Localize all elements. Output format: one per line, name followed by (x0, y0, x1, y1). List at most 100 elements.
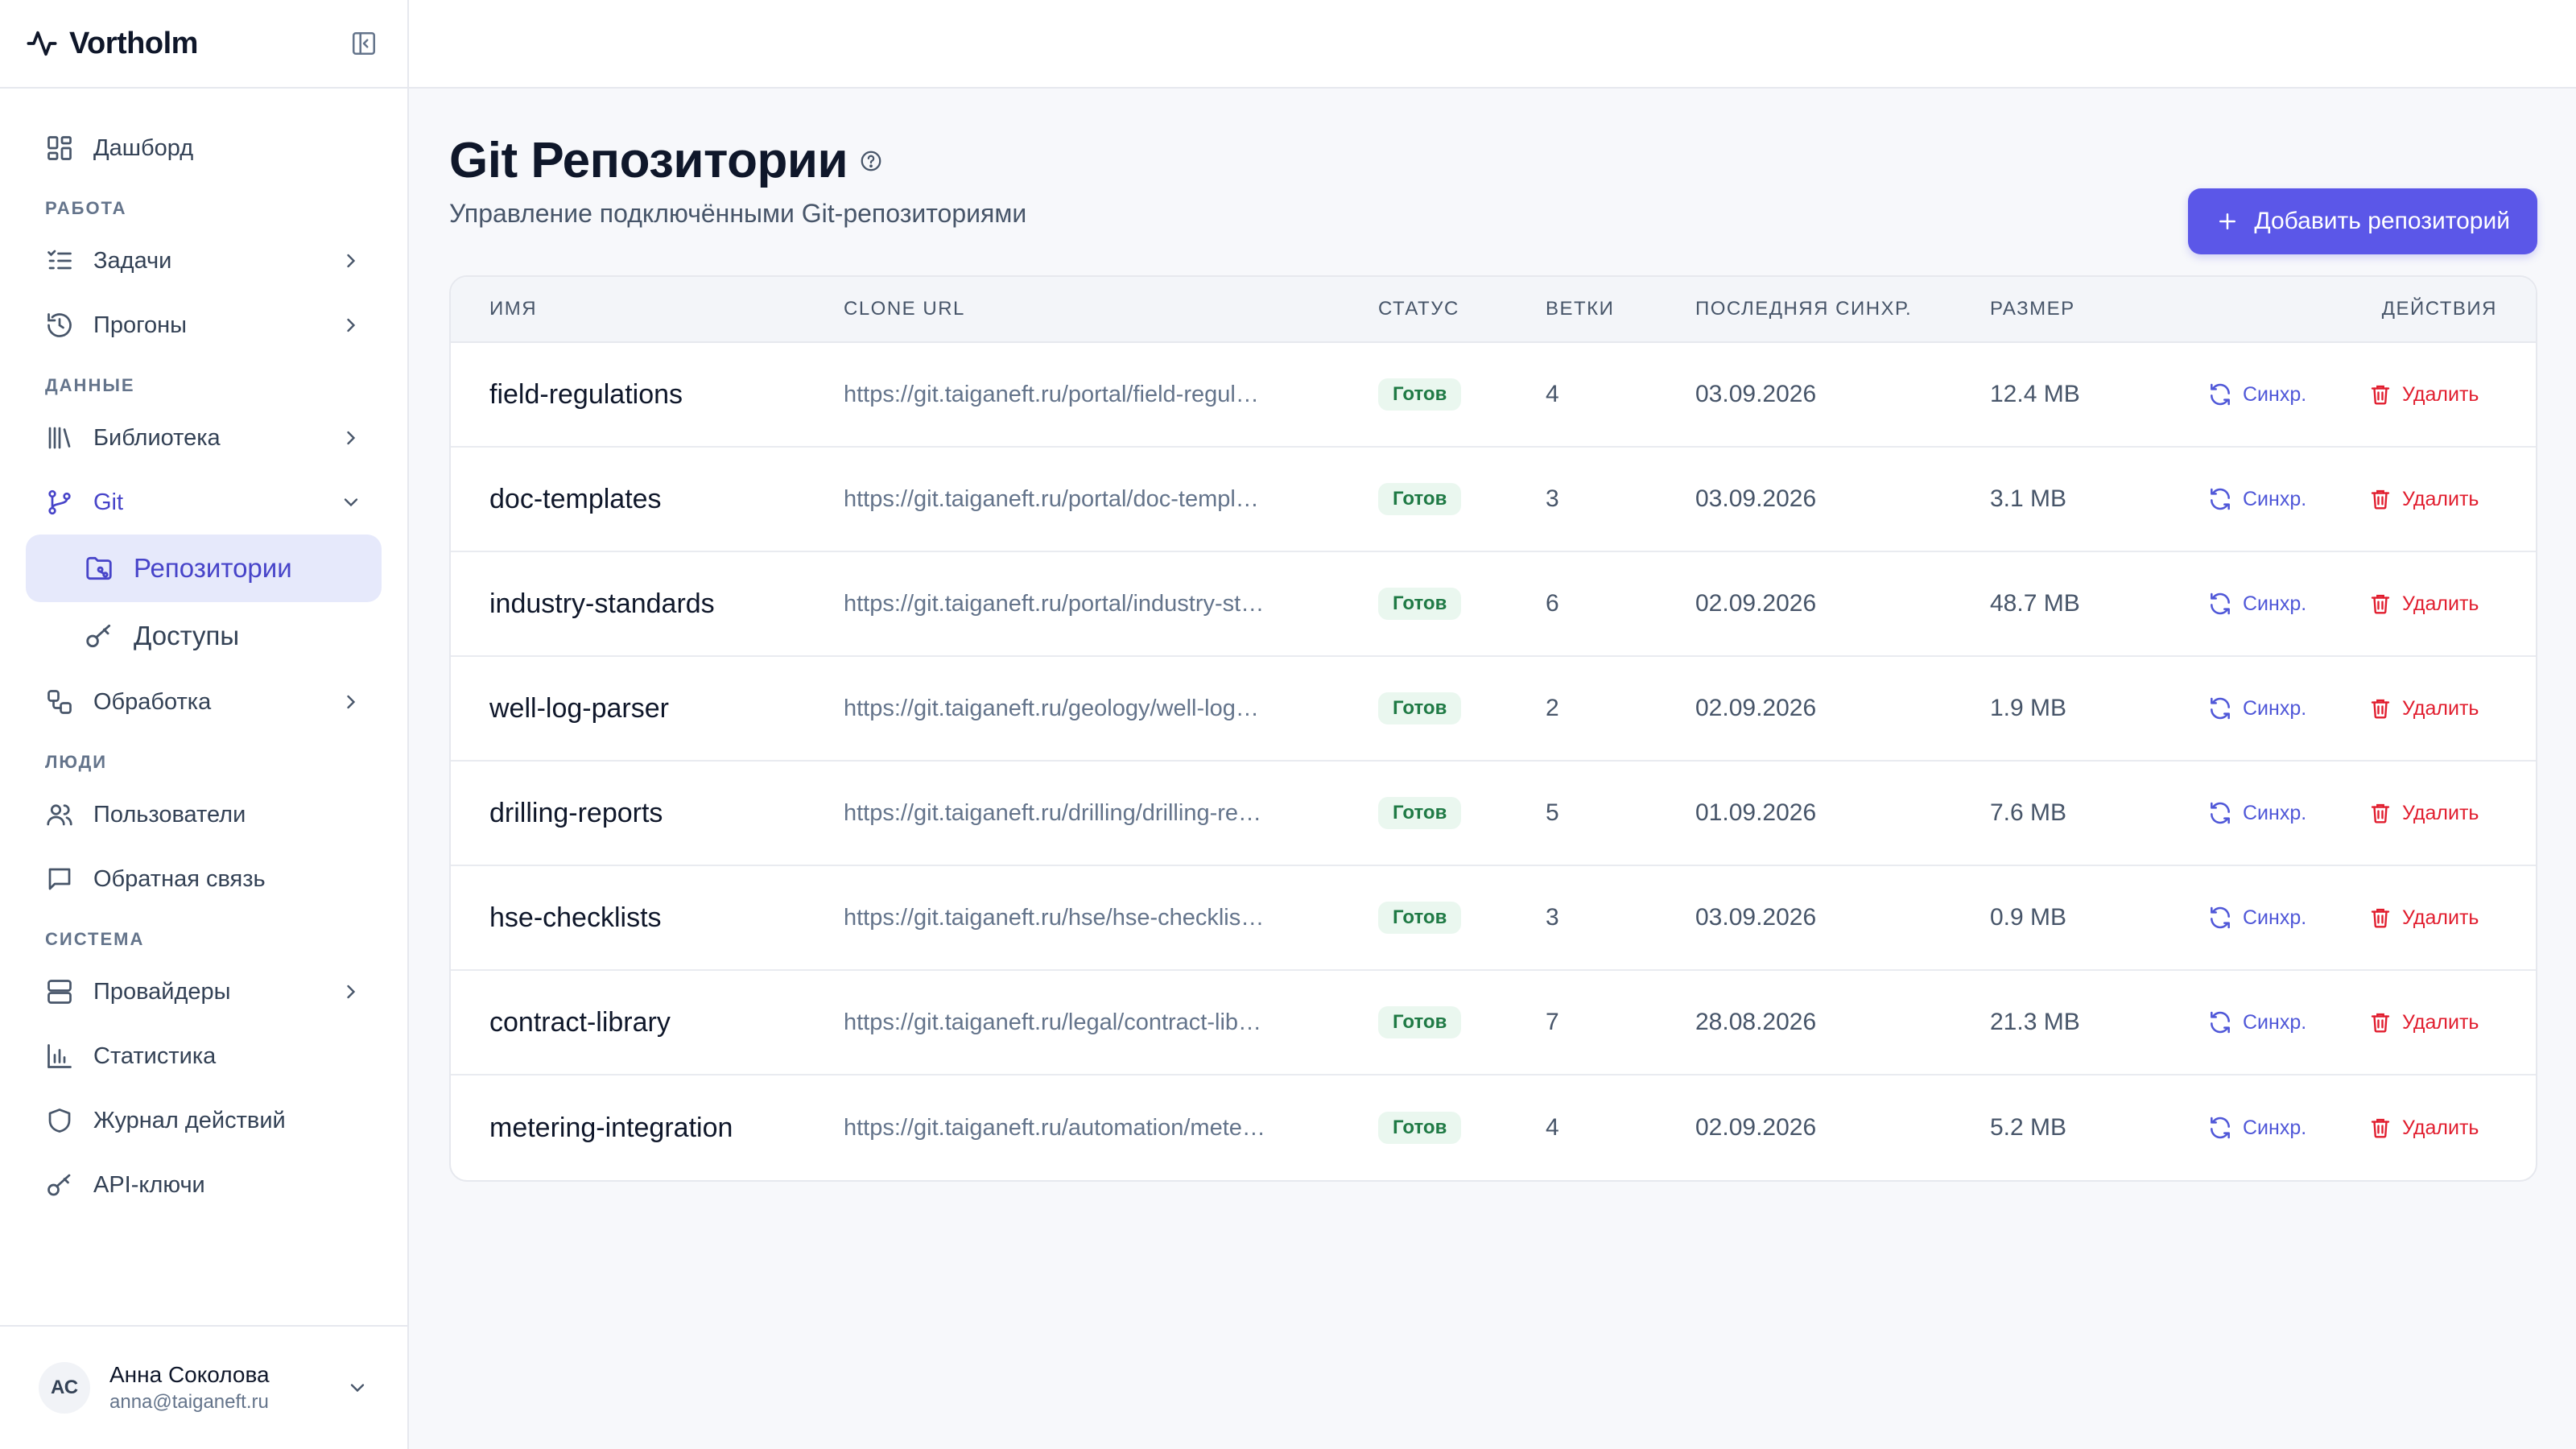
repo-name[interactable]: industry-standards (451, 588, 844, 620)
sidebar-collapse-button[interactable] (346, 26, 382, 61)
server-icon (47, 980, 72, 1004)
delete-button[interactable]: Удалить (2368, 382, 2497, 407)
sync-button[interactable]: Синхр. (2207, 486, 2368, 512)
sidebar-item-label: Журнал действий (93, 1107, 286, 1133)
sidebar-item-feedback[interactable]: Обратная связь (26, 847, 382, 911)
sidebar-item-providers[interactable]: Провайдеры (26, 960, 382, 1024)
refresh-icon (2211, 383, 2230, 406)
sync-button[interactable]: Синхр. (2207, 905, 2368, 931)
title-block: Git Репозитории Управление подключёнными… (449, 48, 1026, 229)
delete-button[interactable]: Удалить (2368, 800, 2497, 826)
user-email: anna@taiganeft.ru (109, 1391, 269, 1413)
sidebar-item-dashboard[interactable]: Дашборд (26, 116, 382, 180)
chevron-right-icon (347, 695, 356, 709)
avatar: АС (39, 1362, 90, 1414)
help-circle-icon[interactable] (859, 149, 883, 173)
column-header-url[interactable]: CLONE URL (844, 298, 1378, 320)
column-header-branches[interactable]: ВЕТКИ (1546, 298, 1695, 320)
sync-label: Синхр. (2243, 696, 2307, 720)
delete-button[interactable]: Удалить (2368, 486, 2497, 512)
repo-name[interactable]: field-regulations (451, 379, 844, 411)
sidebar-item-label: Провайдеры (93, 978, 231, 1005)
sync-label: Синхр. (2243, 801, 2307, 824)
repo-size: 12.4 MB (1990, 381, 2080, 407)
column-header-last-sync[interactable]: ПОСЛЕДНЯЯ СИНХР. (1695, 298, 1990, 320)
sync-button[interactable]: Синхр. (2207, 696, 2368, 721)
page-title: Git Репозитории (449, 133, 848, 188)
sidebar-item-tasks[interactable]: Задачи (26, 229, 382, 293)
column-header-status[interactable]: СТАТУС (1378, 298, 1546, 320)
table-row[interactable]: doc-templates https://git.taiganeft.ru/po… (451, 448, 2536, 552)
git-branch-icon (48, 489, 71, 515)
sidebar-item-library[interactable]: Библиотека (26, 406, 382, 470)
column-header-name[interactable]: ИМЯ (451, 298, 844, 320)
repo-branches: 5 (1546, 799, 1559, 826)
column-header-size[interactable]: РАЗМЕР (1990, 298, 2194, 320)
status-badge: Готов (1378, 797, 1462, 829)
sidebar-item-audit-log[interactable]: Журнал действий (26, 1088, 382, 1153)
sync-button[interactable]: Синхр. (2207, 1115, 2368, 1141)
row-actions: Синхр. Удалить (2194, 905, 2536, 931)
add-repository-button[interactable]: Добавить репозиторий (2188, 188, 2537, 254)
sync-label: Синхр. (2243, 592, 2307, 615)
repo-last-sync: 28.08.2026 (1695, 1009, 1817, 1035)
table-row[interactable]: field-regulations https://git.taiganeft.r… (451, 343, 2536, 448)
brand-name: Vortholm (69, 26, 198, 60)
row-actions: Синхр. Удалить (2194, 1009, 2536, 1035)
repo-name[interactable]: metering-integration (451, 1113, 844, 1144)
table-row[interactable]: contract-library https://git.taiganeft.ru… (451, 971, 2536, 1075)
repo-last-sync: 01.09.2026 (1695, 799, 1817, 826)
table-row[interactable]: hse-checklists https://git.taiganeft.ru/h… (451, 866, 2536, 971)
table-row[interactable]: industry-standards https://git.taiganeft.… (451, 552, 2536, 657)
table-row[interactable]: well-log-parser https://git.taiganeft.ru/… (451, 657, 2536, 762)
table-row[interactable]: metering-integration https://git.taiganef… (451, 1075, 2536, 1180)
row-actions: Синхр. Удалить (2194, 696, 2536, 721)
bar-chart-icon (47, 1044, 72, 1068)
delete-button[interactable]: Удалить (2368, 905, 2497, 931)
repo-name[interactable]: doc-templates (451, 484, 844, 515)
refresh-icon (2211, 1117, 2230, 1139)
sidebar-header: Vortholm (0, 0, 407, 89)
delete-button[interactable]: Удалить (2368, 696, 2497, 721)
repo-name[interactable]: hse-checklists (451, 902, 844, 934)
repo-name[interactable]: drilling-reports (451, 798, 844, 829)
refresh-icon (2211, 1011, 2230, 1034)
sidebar-item-git[interactable]: Git (26, 470, 382, 535)
status-badge: Готов (1378, 378, 1462, 411)
repo-name[interactable]: well-log-parser (451, 693, 844, 724)
plus-icon (2219, 213, 2236, 229)
sidebar-item-runs[interactable]: Прогоны (26, 293, 382, 357)
content: Git Репозитории Управление подключёнными… (409, 89, 2576, 1182)
table-row[interactable]: drilling-reports https://git.taiganeft.ru… (451, 762, 2536, 866)
brand[interactable]: Vortholm (26, 27, 198, 61)
sync-label: Синхр. (2243, 382, 2307, 406)
status-badge: Готов (1378, 1112, 1462, 1144)
sidebar-item-repositories[interactable]: Репозитории (26, 535, 382, 602)
sidebar-item-statistics[interactable]: Статистика (26, 1024, 382, 1088)
status-cell: Готов (1378, 483, 1546, 515)
delete-button[interactable]: Удалить (2368, 1009, 2497, 1035)
sync-button[interactable]: Синхр. (2207, 1009, 2368, 1035)
delete-label: Удалить (2402, 801, 2479, 824)
sidebar-item-users[interactable]: Пользователи (26, 782, 382, 847)
chevron-right-icon (347, 254, 356, 268)
sync-button[interactable]: Синхр. (2207, 382, 2368, 407)
nav-section-people: ЛЮДИ (45, 752, 108, 772)
column-header-actions: ДЕЙСТВИЯ (2381, 298, 2497, 320)
sync-button[interactable]: Синхр. (2207, 800, 2368, 826)
user-name: Анна Соколова (109, 1362, 270, 1387)
delete-button[interactable]: Удалить (2368, 1115, 2497, 1141)
delete-button[interactable]: Удалить (2368, 591, 2497, 617)
delete-label: Удалить (2402, 696, 2479, 720)
sidebar-item-processing[interactable]: Обработка (26, 670, 382, 734)
chevron-down-icon (350, 1384, 365, 1393)
sidebar-item-access[interactable]: Доступы (26, 602, 382, 670)
user-menu[interactable]: АС Анна Соколова anna@taiganeft.ru (0, 1325, 407, 1449)
repo-name[interactable]: contract-library (451, 1007, 844, 1038)
sync-label: Синхр. (2243, 1116, 2307, 1139)
sync-button[interactable]: Синхр. (2207, 591, 2368, 617)
page-subtitle: Управление подключёнными Git-репозитория… (449, 199, 1027, 228)
sidebar-item-label: API-ключи (93, 1171, 205, 1198)
shield-icon (48, 1108, 71, 1133)
sidebar-item-api-keys[interactable]: API-ключи (26, 1153, 382, 1217)
